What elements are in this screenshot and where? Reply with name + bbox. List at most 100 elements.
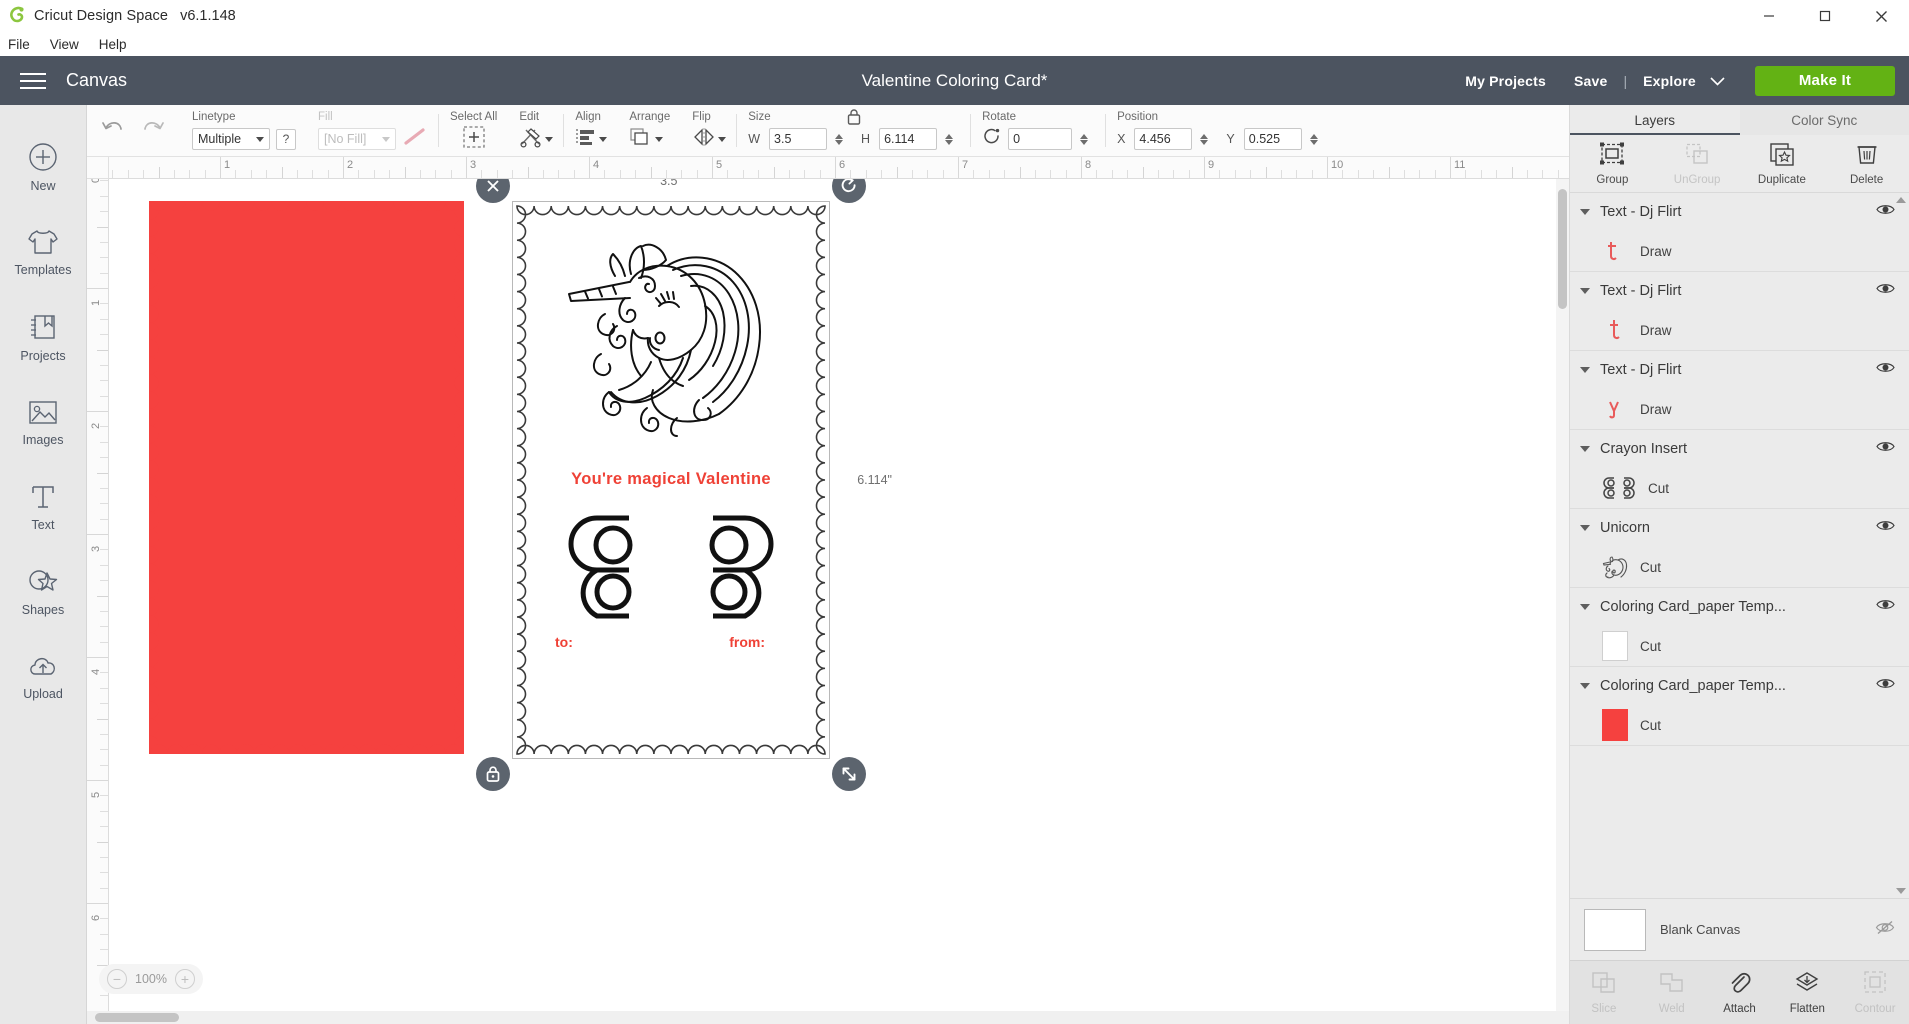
tab-layers[interactable]: Layers <box>1570 105 1740 135</box>
tab-color-sync[interactable]: Color Sync <box>1740 105 1909 135</box>
layer-child-row[interactable]: Cut <box>1570 705 1909 745</box>
delete-button[interactable]: Delete <box>1824 135 1909 192</box>
flip-menu-button[interactable] <box>692 128 726 150</box>
layer-group[interactable]: Crayon Insert <box>1570 430 1909 509</box>
position-y-stepper[interactable] <box>1310 134 1318 145</box>
canvas-vertical-scrollbar[interactable] <box>1556 179 1569 1011</box>
align-menu-button[interactable] <box>575 128 607 150</box>
layer-group[interactable]: Text - Dj Flirt Draw <box>1570 272 1909 351</box>
width-stepper[interactable] <box>835 134 843 145</box>
sidebar-item-text[interactable]: Text <box>0 465 87 550</box>
rotate-input[interactable]: 0 <box>1008 128 1072 150</box>
layers-scrollbar[interactable] <box>1895 197 1907 894</box>
chevron-down-icon[interactable] <box>1580 683 1590 689</box>
group-button[interactable]: Group <box>1570 135 1655 192</box>
position-x-input[interactable]: 4.456 <box>1134 128 1192 150</box>
scroll-up-arrow-icon[interactable] <box>1896 197 1906 203</box>
sidebar-item-upload[interactable]: Upload <box>0 635 87 720</box>
fill-select[interactable]: [No Fill] <box>318 128 396 150</box>
layer-header[interactable]: Unicorn <box>1570 509 1909 547</box>
blank-canvas-swatch[interactable] <box>1584 909 1646 951</box>
scroll-down-arrow-icon[interactable] <box>1896 888 1906 894</box>
explore-selector[interactable]: Explore <box>1629 73 1739 89</box>
zoom-in-icon[interactable]: + <box>175 969 195 989</box>
eye-off-icon[interactable] <box>1875 920 1895 940</box>
undo-icon[interactable] <box>101 119 125 142</box>
weld-button[interactable]: Weld <box>1638 970 1706 1015</box>
menu-item-file[interactable]: File <box>8 37 30 52</box>
height-input[interactable]: 6.114 <box>879 128 937 150</box>
layer-group[interactable]: Coloring Card_paper Temp... Cut <box>1570 588 1909 667</box>
width-input[interactable]: 3.5 <box>769 128 827 150</box>
chevron-down-icon[interactable] <box>1580 604 1590 610</box>
attach-button[interactable]: Attach <box>1706 970 1774 1015</box>
make-it-button[interactable]: Make It <box>1755 66 1895 96</box>
layer-header[interactable]: Text - Dj Flirt <box>1570 193 1909 231</box>
layer-header[interactable]: Text - Dj Flirt <box>1570 351 1909 389</box>
scrollbar-thumb[interactable] <box>95 1013 179 1022</box>
layer-child-row[interactable]: Cut <box>1570 626 1909 666</box>
canvas-horizontal-scrollbar[interactable] <box>87 1011 1569 1024</box>
eye-icon[interactable] <box>1876 677 1895 695</box>
chevron-down-icon[interactable] <box>1580 367 1590 373</box>
sidebar-item-shapes[interactable]: Shapes <box>0 550 87 635</box>
lock-handle[interactable] <box>476 757 510 791</box>
hamburger-icon[interactable] <box>0 73 66 89</box>
layer-list[interactable]: Text - Dj Flirt Draw Text - Dj Flirt <box>1570 193 1909 898</box>
canvas-surface[interactable]: You're magical Valentine <box>109 179 1569 1024</box>
position-y-input[interactable]: 0.525 <box>1244 128 1302 150</box>
edit-menu-button[interactable] <box>519 128 553 150</box>
height-stepper[interactable] <box>945 134 953 145</box>
sidebar-item-projects[interactable]: Projects <box>0 295 87 380</box>
flatten-button[interactable]: Flatten <box>1773 970 1841 1015</box>
sidebar-item-new[interactable]: New <box>0 125 87 210</box>
scrollbar-thumb[interactable] <box>1558 189 1567 309</box>
chevron-down-icon[interactable] <box>1580 288 1590 294</box>
duplicate-button[interactable]: Duplicate <box>1740 135 1825 192</box>
layer-header[interactable]: Coloring Card_paper Temp... <box>1570 588 1909 626</box>
menu-item-view[interactable]: View <box>50 37 79 52</box>
size-lock-toggle[interactable] <box>846 108 862 131</box>
design-canvas[interactable]: 012345678910111213141516 012345678 <box>87 157 1569 1024</box>
close-button[interactable] <box>1853 0 1909 32</box>
layer-child-row[interactable]: Cut <box>1570 547 1909 587</box>
chevron-down-icon[interactable] <box>1580 209 1590 215</box>
linetype-select[interactable]: Multiple <box>192 128 270 150</box>
selected-card-group[interactable]: You're magical Valentine <box>512 201 830 759</box>
ungroup-button[interactable]: UnGroup <box>1655 135 1740 192</box>
layer-child-row[interactable]: Draw <box>1570 231 1909 271</box>
red-card-shape[interactable] <box>149 201 464 754</box>
eye-icon[interactable] <box>1876 361 1895 379</box>
layer-group[interactable]: Text - Dj Flirt Draw <box>1570 193 1909 272</box>
save-button[interactable]: Save <box>1560 73 1622 89</box>
eye-icon[interactable] <box>1876 282 1895 300</box>
resize-handle[interactable] <box>832 757 866 791</box>
layer-child-row[interactable]: Draw <box>1570 310 1909 350</box>
arrange-menu-button[interactable] <box>629 128 670 150</box>
layer-group[interactable]: Unicorn <box>1570 509 1909 588</box>
zoom-control[interactable]: − 100% + <box>99 964 203 994</box>
chevron-down-icon[interactable] <box>1580 525 1590 531</box>
fill-color-pen-icon[interactable] <box>402 127 428 152</box>
slice-button[interactable]: Slice <box>1570 970 1638 1015</box>
rotate-icon[interactable] <box>982 128 1002 151</box>
layer-group[interactable]: Text - Dj Flirt Draw <box>1570 351 1909 430</box>
sidebar-item-images[interactable]: Images <box>0 380 87 465</box>
layer-header[interactable]: Crayon Insert <box>1570 430 1909 468</box>
layer-header[interactable]: Text - Dj Flirt <box>1570 272 1909 310</box>
blank-canvas-row[interactable]: Blank Canvas <box>1570 898 1909 960</box>
eye-icon[interactable] <box>1876 598 1895 616</box>
my-projects-button[interactable]: My Projects <box>1451 73 1560 89</box>
menu-item-help[interactable]: Help <box>99 37 127 52</box>
position-x-stepper[interactable] <box>1200 134 1208 145</box>
eye-icon[interactable] <box>1876 203 1895 221</box>
maximize-button[interactable] <box>1797 0 1853 32</box>
zoom-out-icon[interactable]: − <box>107 969 127 989</box>
eye-icon[interactable] <box>1876 440 1895 458</box>
layer-child-row[interactable]: Cut <box>1570 468 1909 508</box>
layer-header[interactable]: Coloring Card_paper Temp... <box>1570 667 1909 705</box>
layer-group[interactable]: Coloring Card_paper Temp... Cut <box>1570 667 1909 746</box>
redo-icon[interactable] <box>141 119 165 142</box>
contour-button[interactable]: Contour <box>1841 970 1909 1015</box>
minimize-button[interactable] <box>1741 0 1797 32</box>
